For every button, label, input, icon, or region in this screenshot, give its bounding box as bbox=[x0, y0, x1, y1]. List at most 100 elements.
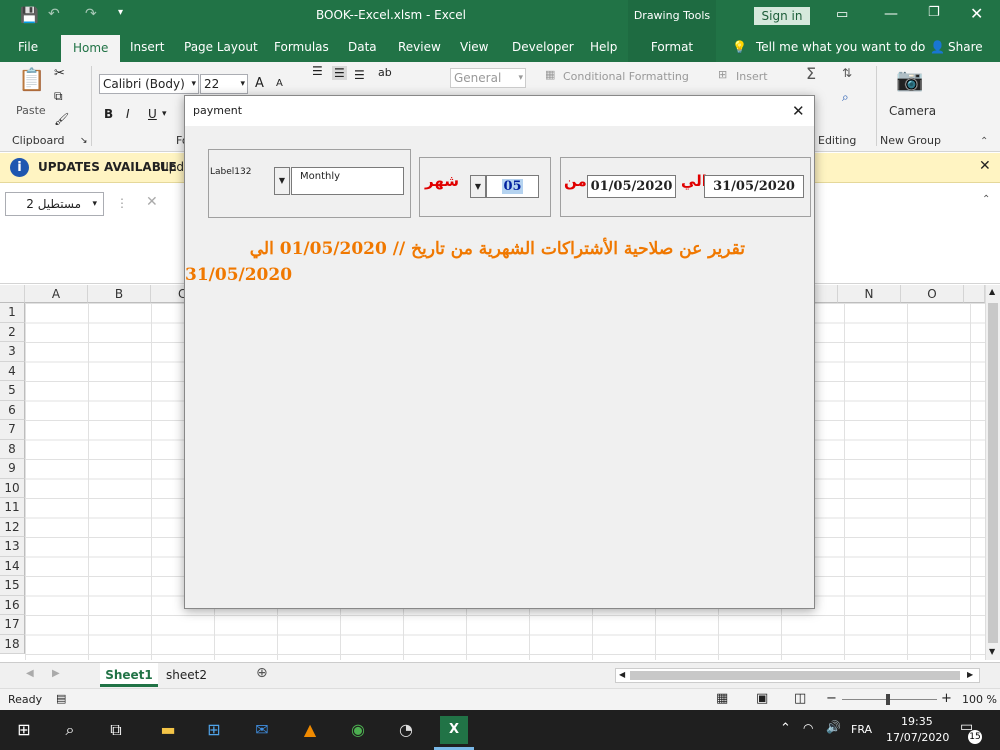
mail-icon[interactable]: ✉ bbox=[248, 716, 276, 744]
share-button[interactable]: Share bbox=[948, 32, 983, 62]
conditional-formatting-button[interactable]: Conditional Formatting bbox=[563, 70, 689, 83]
tab-help[interactable]: Help bbox=[590, 32, 617, 62]
font-name-select[interactable]: Calibri (Body) ▾ bbox=[99, 74, 199, 94]
camera-icon[interactable]: 📷 bbox=[896, 68, 923, 93]
font-size-select[interactable]: 22 ▾ bbox=[200, 74, 248, 94]
row-header[interactable]: 12 bbox=[0, 517, 25, 537]
clock-date[interactable]: 17/07/2020 bbox=[886, 731, 949, 744]
column-header[interactable]: O bbox=[901, 285, 964, 303]
close-icon[interactable]: ✕ bbox=[970, 4, 983, 23]
volume-icon[interactable]: 🔊 bbox=[826, 720, 841, 734]
month-combobox[interactable]: 05 bbox=[486, 175, 539, 198]
tab-view[interactable]: View bbox=[460, 32, 488, 62]
column-header[interactable] bbox=[964, 285, 985, 303]
collapse-ribbon-icon[interactable]: ⌃ bbox=[980, 136, 988, 147]
align-bottom-icon[interactable]: ☰ bbox=[354, 68, 365, 82]
wrap-text-icon[interactable]: ab bbox=[378, 66, 392, 79]
excel-taskbar-icon[interactable]: X bbox=[440, 716, 468, 744]
prev-sheet-icon[interactable]: ◀ bbox=[26, 668, 34, 679]
cancel-entry-icon[interactable]: ✕ bbox=[146, 194, 158, 210]
paste-button[interactable]: Paste bbox=[16, 104, 46, 117]
scroll-thumb[interactable] bbox=[988, 303, 998, 643]
camera-button[interactable]: Camera bbox=[889, 104, 936, 118]
zoom-out-icon[interactable]: − bbox=[826, 691, 837, 706]
page-break-view-icon[interactable]: ◫ bbox=[794, 691, 806, 706]
share-icon[interactable]: 👤 bbox=[930, 32, 945, 62]
windows-start-icon[interactable]: ⊞ bbox=[10, 716, 38, 744]
ribbon-display-icon[interactable]: ▭ bbox=[836, 7, 848, 22]
align-top-icon[interactable]: ☰ bbox=[312, 64, 323, 78]
close-icon[interactable]: ✕ bbox=[979, 158, 991, 174]
chrome-icon[interactable]: ◉ bbox=[344, 716, 372, 744]
bold-button[interactable]: B bbox=[104, 107, 113, 121]
row-header[interactable]: 8 bbox=[0, 439, 25, 459]
scroll-left-icon[interactable]: ◀ bbox=[619, 670, 625, 679]
h-scroll-thumb[interactable] bbox=[630, 671, 960, 680]
number-format-select[interactable]: General ▾ bbox=[450, 68, 526, 88]
insert-cells-button[interactable]: Insert bbox=[736, 70, 768, 83]
period-dropdown-button[interactable]: ▼ bbox=[274, 167, 290, 195]
zoom-in-icon[interactable]: + bbox=[941, 691, 952, 706]
tab-data[interactable]: Data bbox=[348, 32, 377, 62]
next-sheet-icon[interactable]: ▶ bbox=[52, 668, 60, 679]
format-painter-icon[interactable]: 🖌 bbox=[54, 112, 69, 126]
scroll-down-icon[interactable]: ▼ bbox=[989, 647, 995, 656]
row-header[interactable]: 17 bbox=[0, 615, 25, 635]
row-header[interactable]: 13 bbox=[0, 537, 25, 557]
tab-developer[interactable]: Developer bbox=[512, 32, 574, 62]
redo-icon[interactable]: ↷ bbox=[85, 6, 97, 22]
conditional-formatting-icon[interactable]: ▦ bbox=[545, 68, 555, 81]
sign-in-button[interactable]: Sign in bbox=[754, 7, 810, 25]
add-sheet-icon[interactable]: ⊕ bbox=[256, 665, 268, 681]
tab-insert[interactable]: Insert bbox=[130, 32, 164, 62]
expand-formula-bar-icon[interactable]: ⌃ bbox=[982, 194, 990, 205]
insert-cells-icon[interactable]: ⊞ bbox=[718, 68, 727, 81]
vlc-icon[interactable]: ▲ bbox=[296, 716, 324, 744]
copy-icon[interactable]: ⧉ bbox=[54, 89, 63, 104]
cut-icon[interactable]: ✂ bbox=[54, 66, 65, 81]
row-header[interactable]: 9 bbox=[0, 459, 25, 479]
column-header[interactable]: B bbox=[88, 285, 151, 303]
scroll-up-icon[interactable]: ▲ bbox=[989, 287, 995, 296]
autosum-icon[interactable]: Σ bbox=[806, 64, 816, 83]
column-header[interactable]: N bbox=[838, 285, 901, 303]
vertical-scrollbar[interactable]: ▲ ▼ bbox=[985, 285, 1000, 660]
horizontal-scrollbar[interactable]: ◀ ▶ bbox=[615, 668, 980, 683]
select-all-corner[interactable] bbox=[0, 285, 25, 303]
undo-icon[interactable]: ↶ bbox=[48, 6, 60, 22]
to-date-field[interactable]: 31/05/2020 bbox=[704, 175, 804, 198]
sheet-tab[interactable]: sheet2 bbox=[166, 668, 207, 682]
zoom-level[interactable]: 100 % bbox=[962, 693, 997, 706]
row-header[interactable]: 3 bbox=[0, 342, 25, 362]
formula-options-icon[interactable]: ⋮ bbox=[116, 196, 128, 210]
sheet-tab-active[interactable]: Sheet1 bbox=[100, 663, 158, 687]
sort-filter-icon[interactable]: ⇅ bbox=[842, 66, 852, 80]
tab-formulas[interactable]: Formulas bbox=[274, 32, 329, 62]
underline-button[interactable]: U bbox=[148, 107, 157, 121]
find-select-icon[interactable]: ⌕ bbox=[842, 90, 849, 105]
row-header[interactable]: 10 bbox=[0, 478, 25, 498]
save-icon[interactable]: 💾 bbox=[20, 6, 39, 24]
clock-time[interactable]: 19:35 bbox=[901, 715, 933, 728]
customize-qat-icon[interactable]: ▾ bbox=[118, 7, 123, 18]
tab-home[interactable]: Home bbox=[61, 35, 121, 62]
normal-view-icon[interactable]: ▦ bbox=[716, 691, 728, 706]
row-header[interactable]: 14 bbox=[0, 556, 25, 576]
tab-format[interactable]: Format bbox=[628, 32, 716, 62]
month-dropdown-button[interactable]: ▼ bbox=[470, 175, 486, 198]
period-combobox[interactable]: Monthly bbox=[291, 167, 404, 195]
row-header[interactable]: 1 bbox=[0, 303, 25, 323]
tab-review[interactable]: Review bbox=[398, 32, 441, 62]
from-date-field[interactable]: 01/05/2020 bbox=[587, 175, 676, 198]
column-header[interactable]: A bbox=[25, 285, 88, 303]
italic-button[interactable]: I bbox=[126, 107, 130, 121]
task-view-icon[interactable]: ⧉ bbox=[102, 716, 130, 744]
shrink-font-button[interactable]: A bbox=[276, 78, 283, 89]
clock-app-icon[interactable]: ◔ bbox=[392, 716, 420, 744]
tab-file[interactable]: File bbox=[18, 32, 38, 62]
row-header[interactable]: 2 bbox=[0, 322, 25, 342]
row-header[interactable]: 16 bbox=[0, 595, 25, 615]
network-icon[interactable]: ◠ bbox=[803, 721, 813, 735]
show-hidden-icons-icon[interactable]: ⌃ bbox=[780, 721, 791, 736]
macro-record-icon[interactable]: ▤ bbox=[56, 692, 66, 705]
